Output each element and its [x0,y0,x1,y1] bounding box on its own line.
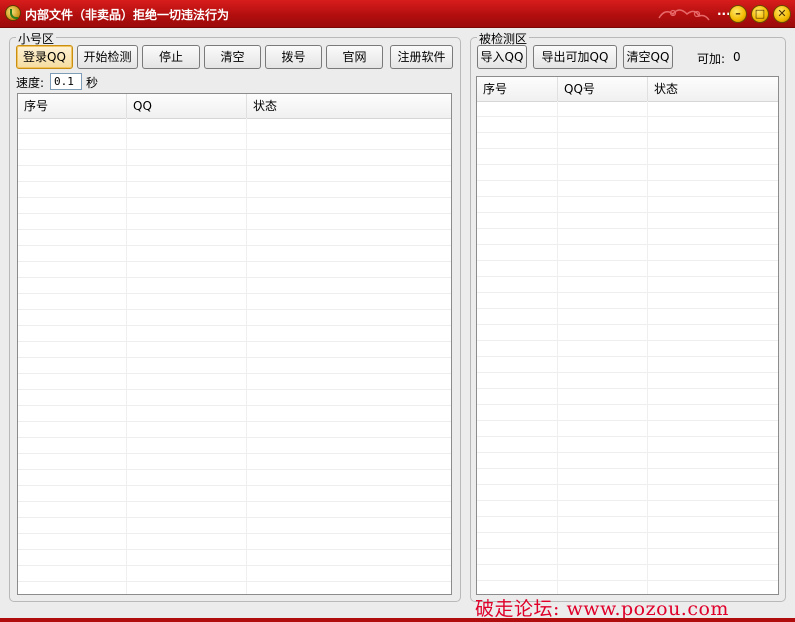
column-header-index[interactable]: 序号 [477,77,558,101]
account-table[interactable]: 序号 QQ 状态 [17,93,452,595]
stop-label: 停止 [158,50,183,64]
login-qq-label: 登录QQ [23,50,66,64]
window-title: 内部文件（非卖品）拒绝一切违法行为 [25,8,230,22]
clear-label: 清空 [220,50,245,64]
import-qq-button[interactable]: 导入QQ [477,45,527,69]
maximize-button[interactable]: □ [751,5,769,23]
addable-count: 0 [733,50,741,64]
speed-label: 速度: [16,76,45,90]
addable-label: 可加: [697,52,726,66]
clear-qq-button[interactable]: 清空QQ [623,45,673,69]
cloud-decoration-icon [658,9,710,21]
target-table-body[interactable] [477,101,778,594]
dial-label: 拨号 [281,50,306,64]
title-bar[interactable]: 内部文件（非卖品）拒绝一切违法行为 ... – □ ✕ [0,0,795,28]
minimize-icon: – [735,7,741,20]
login-qq-button[interactable]: 登录QQ [16,45,73,69]
maximize-icon: □ [754,7,766,20]
column-header-status[interactable]: 状态 [648,77,778,101]
export-addable-qq-button[interactable]: 导出可加QQ [533,45,617,69]
target-table[interactable]: 序号 QQ号 状态 [476,76,779,595]
column-header-index[interactable]: 序号 [18,94,127,118]
speed-unit-label: 秒 [86,76,99,90]
column-header-status[interactable]: 状态 [247,94,451,118]
export-addable-qq-label: 导出可加QQ [541,50,609,64]
register-software-label: 注册软件 [397,50,446,64]
close-icon: ✕ [777,7,787,20]
import-qq-label: 导入QQ [480,50,524,64]
start-check-button[interactable]: 开始检测 [77,45,138,69]
target-table-header: 序号 QQ号 状态 [477,77,778,102]
account-table-body[interactable] [18,118,451,594]
minimize-button[interactable]: – [729,5,747,23]
watermark-text: 破走论坛: www.pozou.com [475,598,729,620]
register-software-button[interactable]: 注册软件 [390,45,453,69]
stop-button[interactable]: 停止 [142,45,200,69]
start-check-label: 开始检测 [83,50,132,64]
website-button[interactable]: 官网 [326,45,383,69]
account-table-header: 序号 QQ 状态 [18,94,451,119]
close-button[interactable]: ✕ [773,5,791,23]
speed-input[interactable]: 0.1 [50,73,82,90]
website-label: 官网 [342,50,367,64]
clear-button[interactable]: 清空 [204,45,261,69]
clear-qq-label: 清空QQ [626,50,670,64]
app-icon [5,5,21,21]
dial-button[interactable]: 拨号 [265,45,322,69]
column-header-qq[interactable]: QQ [127,94,247,118]
column-header-qq-number[interactable]: QQ号 [558,77,648,101]
window-bottom-border [0,618,795,622]
